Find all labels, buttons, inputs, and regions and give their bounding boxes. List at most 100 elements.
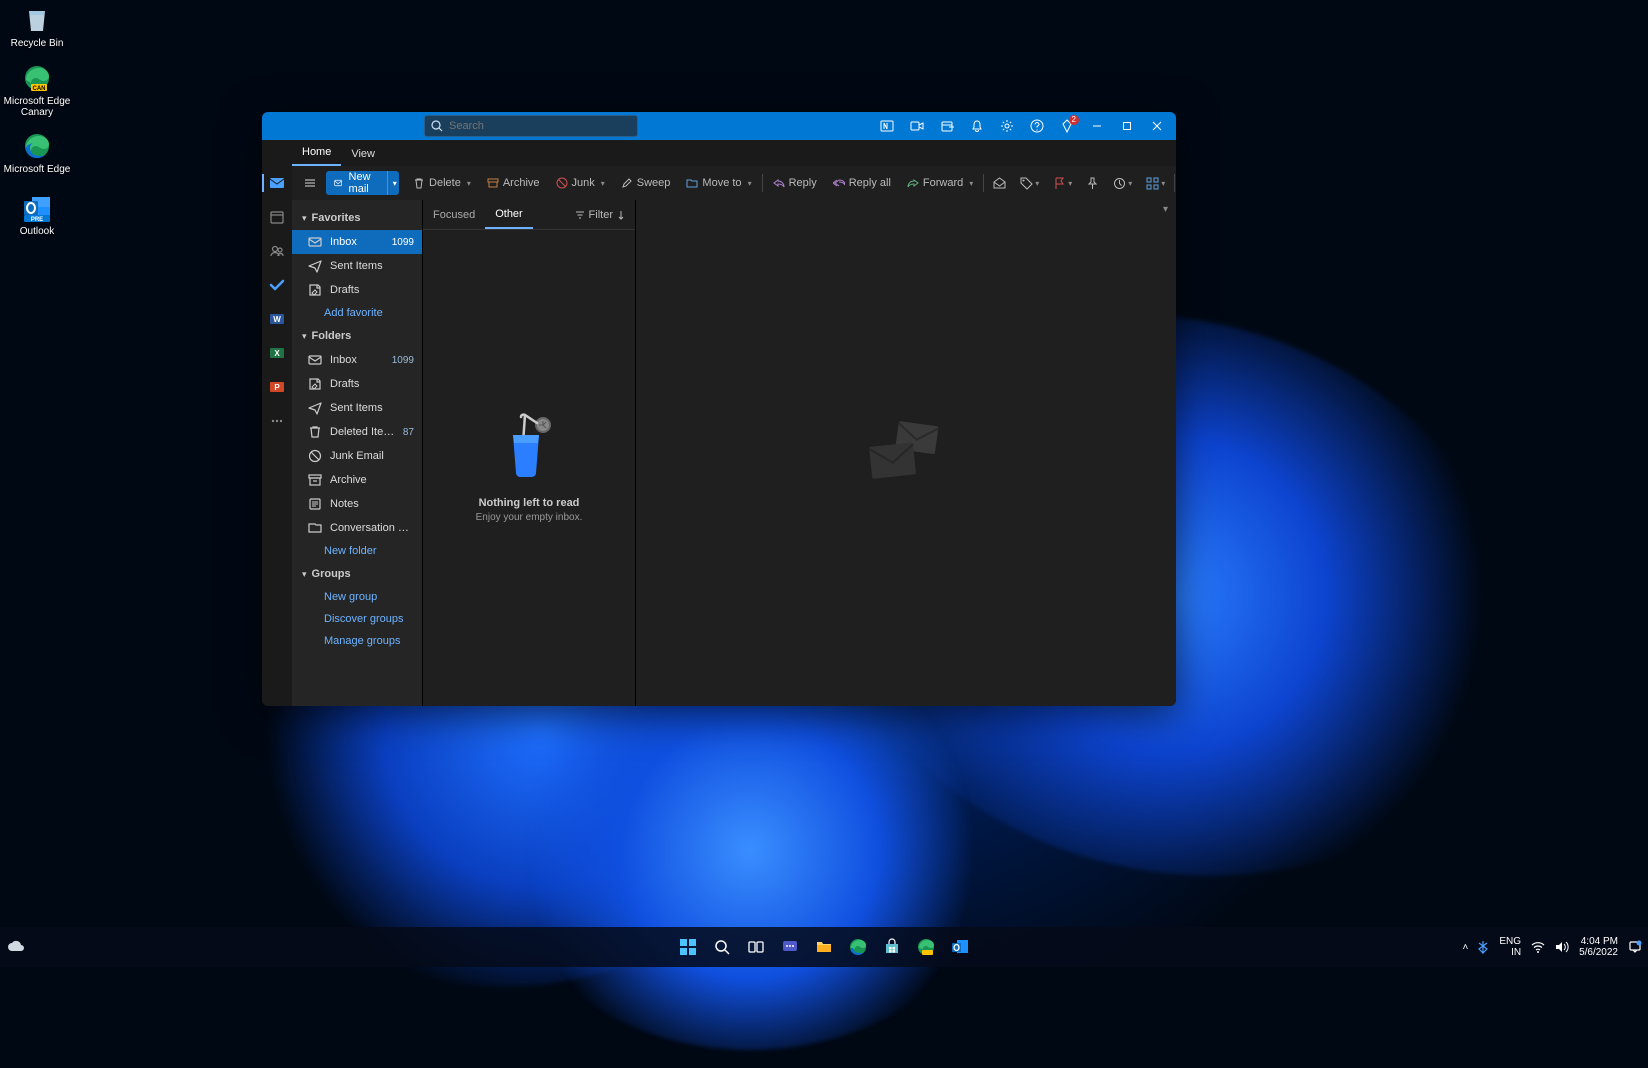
store-button[interactable]: [878, 933, 906, 961]
move-to-button[interactable]: Move to▾: [680, 173, 757, 193]
more-actions-button-2[interactable]: ▾: [1141, 173, 1170, 194]
rail-mail[interactable]: [262, 170, 292, 196]
tips-button[interactable]: 2: [1052, 112, 1082, 140]
new-mail-split[interactable]: ▾: [387, 171, 399, 195]
sent-icon: [308, 401, 322, 415]
task-view-button[interactable]: [742, 933, 770, 961]
folder-row-sent-items[interactable]: Sent Items: [292, 396, 422, 420]
search-box[interactable]: [424, 115, 638, 137]
minimize-button[interactable]: [1082, 112, 1112, 140]
chat-icon: [781, 938, 799, 956]
desktop-icon-edge[interactable]: Microsoft Edge: [2, 130, 72, 175]
wifi-icon[interactable]: [1531, 941, 1545, 953]
folder-row-junk-email[interactable]: Junk Email: [292, 444, 422, 468]
reply-all-icon: [833, 177, 845, 189]
add-favorite-link[interactable]: Add favorite: [292, 302, 422, 324]
tab-focused[interactable]: Focused: [423, 200, 485, 229]
svg-text:CAN: CAN: [33, 86, 46, 92]
groups-section[interactable]: ▾Groups: [292, 562, 422, 586]
empty-drink-icon: [499, 413, 559, 483]
hamburger-icon: [303, 176, 317, 190]
group-link[interactable]: New group: [292, 586, 422, 608]
sweep-button[interactable]: Sweep: [615, 173, 677, 193]
ribbon-tab-view[interactable]: View: [341, 144, 385, 166]
inbox-icon: [308, 235, 322, 249]
desktop-icon-edge-canary[interactable]: CAN Microsoft Edge Canary: [2, 62, 72, 118]
archive-button[interactable]: Archive: [481, 173, 546, 193]
collapse-reading-button[interactable]: ▾: [1163, 204, 1168, 215]
language-indicator[interactable]: ENG IN: [1499, 936, 1521, 958]
clock[interactable]: 4:04 PM 5/6/2022: [1579, 936, 1618, 958]
folder-row-inbox[interactable]: Inbox1099: [292, 348, 422, 372]
close-button[interactable]: [1142, 112, 1172, 140]
tray-overflow-button[interactable]: ˄: [1463, 942, 1469, 953]
filter-button[interactable]: Filter: [565, 209, 635, 221]
weather-widget[interactable]: [6, 939, 26, 955]
tag-button[interactable]: ▾: [1015, 173, 1044, 194]
sent-icon: [308, 259, 322, 273]
folder-row-inbox[interactable]: Inbox1099: [292, 230, 422, 254]
my-day-button[interactable]: [932, 112, 962, 140]
toolbar: New mail ▾ Delete▾ Archive Junk▾ Sweep M…: [292, 166, 1176, 200]
desktop-icon-outlook[interactable]: PRE Outlook: [2, 192, 72, 237]
delete-button[interactable]: Delete▾: [407, 173, 477, 193]
flag-button[interactable]: ▾: [1048, 173, 1077, 194]
tab-other[interactable]: Other: [485, 200, 533, 229]
folder-icon: [686, 177, 698, 189]
favorites-section[interactable]: ▾Favorites: [292, 206, 422, 230]
reply-button[interactable]: Reply: [767, 173, 823, 193]
maximize-button[interactable]: [1112, 112, 1142, 140]
settings-button[interactable]: [992, 112, 1022, 140]
folders-section[interactable]: ▾Folders: [292, 324, 422, 348]
search-icon: [713, 938, 731, 956]
edge-taskbar-button[interactable]: [844, 933, 872, 961]
chat-button[interactable]: [776, 933, 804, 961]
rail-word[interactable]: W: [262, 306, 292, 332]
ribbon-tab-home[interactable]: Home: [292, 142, 341, 166]
rail-powerpoint[interactable]: P: [262, 374, 292, 400]
rail-calendar[interactable]: [262, 204, 292, 230]
start-button[interactable]: [674, 933, 702, 961]
rail-todo[interactable]: [262, 272, 292, 298]
notification-center-icon[interactable]: [1628, 940, 1642, 954]
meet-now-button[interactable]: [902, 112, 932, 140]
rail-people[interactable]: [262, 238, 292, 264]
folder-row-conversation-his-[interactable]: Conversation His...: [292, 516, 422, 540]
folder-row-archive[interactable]: Archive: [292, 468, 422, 492]
notifications-button[interactable]: [962, 112, 992, 140]
envelope-open-icon: [993, 177, 1006, 190]
bluetooth-icon[interactable]: [1478, 940, 1489, 954]
desktop-icon-label: Microsoft Edge: [2, 164, 72, 175]
file-explorer-button[interactable]: [810, 933, 838, 961]
search-taskbar-button[interactable]: [708, 933, 736, 961]
search-input[interactable]: [449, 120, 631, 132]
folder-row-deleted-items[interactable]: Deleted Items87: [292, 420, 422, 444]
empty-subtitle: Enjoy your empty inbox.: [476, 512, 583, 523]
folder-row-drafts[interactable]: Drafts: [292, 372, 422, 396]
cloud-icon: [6, 939, 26, 955]
rail-excel[interactable]: X: [262, 340, 292, 366]
folder-row-notes[interactable]: Notes: [292, 492, 422, 516]
tips-badge: 2: [1069, 115, 1079, 125]
folder-row-sent-items[interactable]: Sent Items: [292, 254, 422, 278]
rail-more[interactable]: [262, 408, 292, 434]
pin-button[interactable]: [1081, 173, 1104, 194]
new-mail-button[interactable]: New mail ▾: [326, 171, 399, 195]
volume-icon[interactable]: [1555, 941, 1569, 953]
help-button[interactable]: [1022, 112, 1052, 140]
new-folder-link[interactable]: New folder: [292, 540, 422, 562]
snooze-button[interactable]: ▾: [1108, 173, 1137, 194]
hamburger-button[interactable]: [298, 172, 322, 194]
group-link[interactable]: Discover groups: [292, 608, 422, 630]
junk-button[interactable]: Junk▾: [550, 173, 611, 193]
read-unread-button[interactable]: [988, 173, 1011, 194]
taskbar: ˄ ENG IN 4:04 PM 5/6/2022: [0, 927, 1648, 967]
desktop-icon-recycle-bin[interactable]: Recycle Bin: [2, 4, 72, 49]
forward-button[interactable]: Forward▾: [901, 173, 979, 193]
folder-row-drafts[interactable]: Drafts: [292, 278, 422, 302]
onenote-feed-button[interactable]: [872, 112, 902, 140]
edge-canary-taskbar-button[interactable]: [912, 933, 940, 961]
group-link[interactable]: Manage groups: [292, 630, 422, 652]
reply-all-button[interactable]: Reply all: [827, 173, 897, 193]
outlook-taskbar-button[interactable]: [946, 933, 974, 961]
